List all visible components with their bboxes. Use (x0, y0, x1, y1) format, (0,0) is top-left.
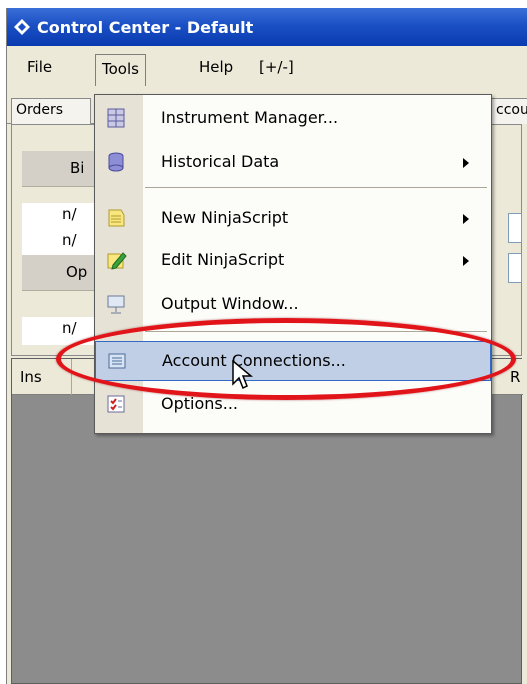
account-connections-icon (106, 350, 128, 372)
bid-value-2: n/ (22, 229, 102, 257)
menu-item-label: Options... (161, 394, 238, 413)
bid-value-2-label: n/ (62, 231, 77, 249)
menu-item-instrument-manager[interactable]: Instrument Manager... (95, 99, 491, 139)
bid-value-1: n/ (22, 203, 102, 231)
menu-item-label: Instrument Manager... (161, 108, 339, 127)
bid-header-label: Bi (70, 159, 85, 177)
menu-item-historical-data[interactable]: Historical Data (95, 143, 491, 183)
menu-item-label: Edit NinjaScript (161, 250, 285, 269)
menu-file[interactable]: File (21, 56, 58, 82)
menu-item-label: Historical Data (161, 152, 280, 171)
open-header-label: Op (66, 263, 88, 281)
options-checklist-icon (105, 393, 127, 415)
submenu-arrow-icon (463, 214, 469, 224)
window-title: Control Center - Default (37, 17, 254, 37)
submenu-arrow-icon (463, 256, 469, 266)
menu-separator (145, 187, 487, 188)
grid-col-instrument[interactable]: Ins (12, 359, 72, 395)
menu-item-options[interactable]: Options... (95, 385, 491, 425)
menu-plus-minus[interactable]: [+/-] (253, 56, 300, 82)
menu-tools[interactable]: Tools (95, 54, 146, 86)
combo-box-2[interactable] (508, 253, 522, 283)
edit-pencil-icon (105, 249, 127, 271)
tab-orders[interactable]: Orders (11, 98, 91, 124)
database-icon (105, 151, 127, 173)
menu-bar: File Tools Help [+/-] (7, 46, 527, 86)
combo-box-1[interactable] (508, 213, 522, 243)
notepad-icon (105, 207, 127, 229)
output-window-icon (105, 293, 127, 315)
tools-dropdown-menu: Instrument Manager... Historical Data Ne… (94, 94, 492, 434)
instrument-manager-icon (105, 107, 127, 129)
menu-separator (145, 331, 487, 332)
grid-col-r[interactable]: R (502, 359, 523, 395)
tab-accounts[interactable]: ccou (491, 98, 527, 124)
ninjatrader-diamond-icon (13, 18, 31, 36)
menu-item-label: New NinjaScript (161, 208, 289, 227)
submenu-arrow-icon (463, 158, 469, 168)
title-bar[interactable]: Control Center - Default (7, 8, 527, 46)
menu-item-edit-ninjascript[interactable]: Edit NinjaScript (95, 241, 491, 281)
open-header: Op (22, 255, 102, 291)
mouse-pointer-icon (232, 359, 254, 394)
menu-item-new-ninjascript[interactable]: New NinjaScript (95, 199, 491, 239)
menu-item-output-window[interactable]: Output Window... (95, 285, 491, 325)
bid-header: Bi (22, 151, 102, 187)
menu-item-label: Output Window... (161, 294, 299, 313)
open-value: n/ (22, 317, 102, 345)
open-value-label: n/ (62, 319, 77, 337)
menu-help[interactable]: Help (193, 56, 239, 82)
bid-value-1-label: n/ (62, 205, 77, 223)
menu-item-account-connections[interactable]: Account Connections... (95, 341, 491, 381)
